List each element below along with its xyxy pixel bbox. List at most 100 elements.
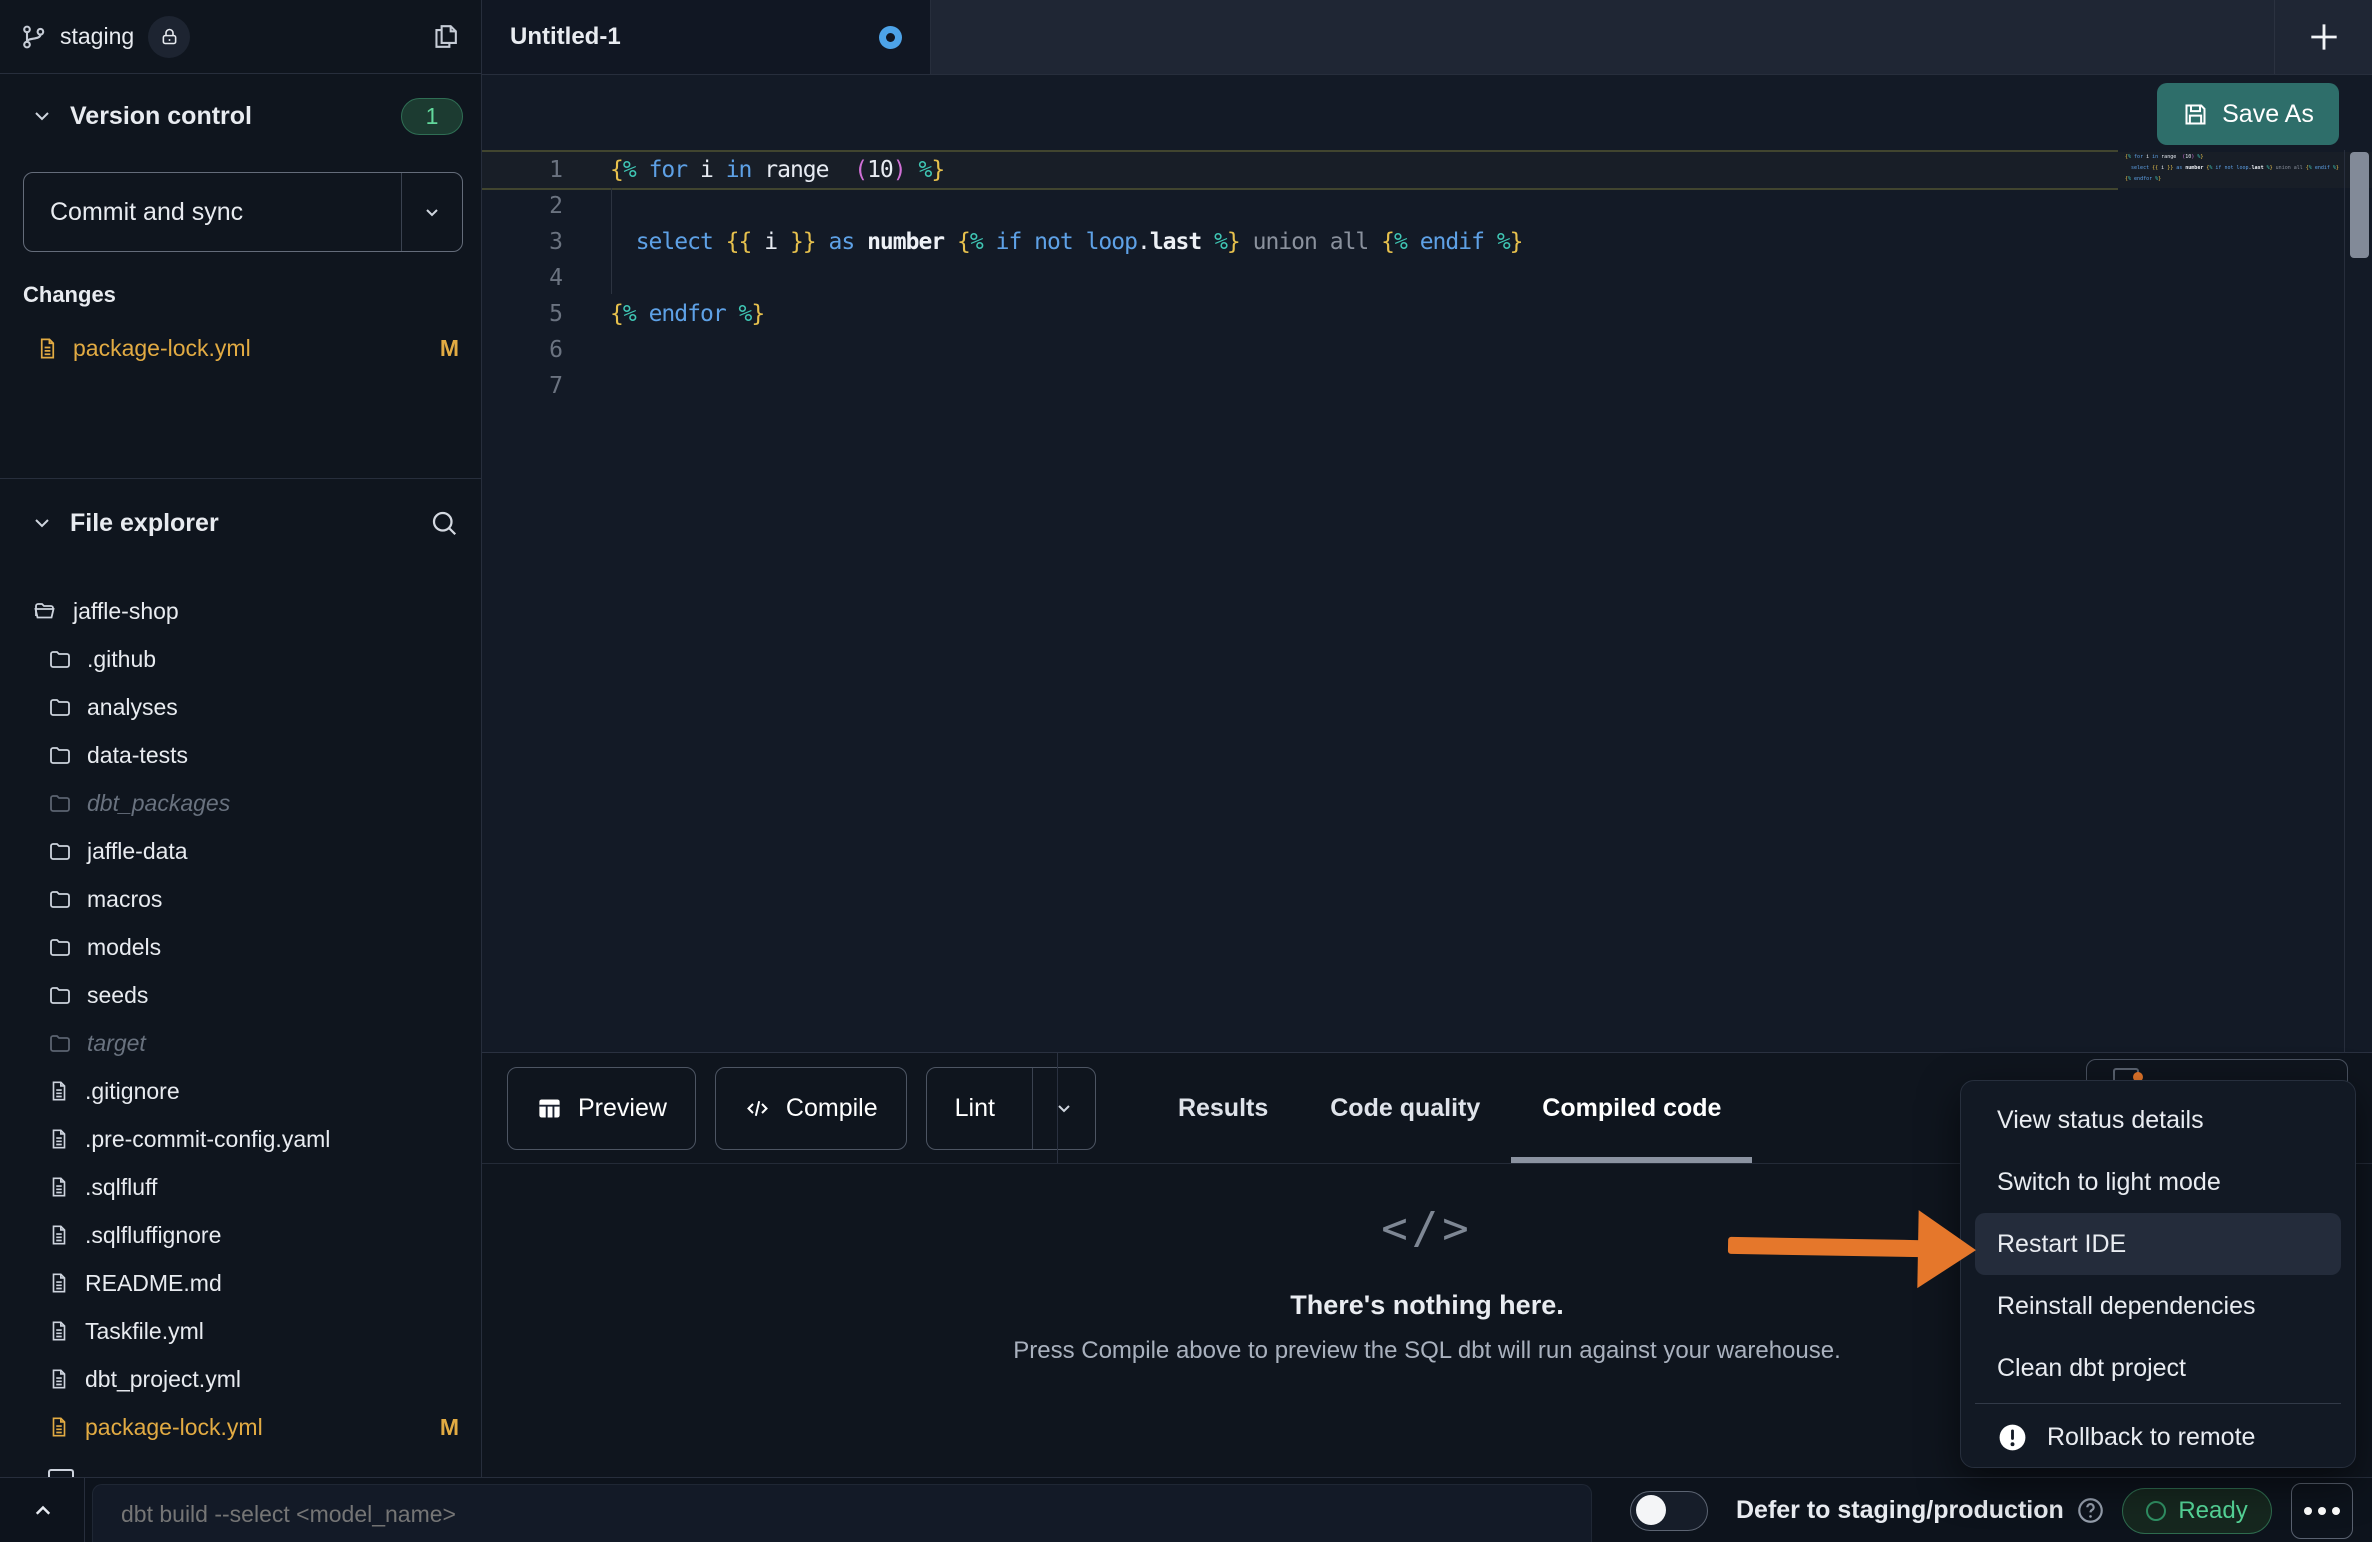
panel-tab-compiled-code[interactable]: Compiled code — [1542, 1053, 1721, 1163]
menu-item-switch-to-light-mode[interactable]: Switch to light mode — [1975, 1151, 2341, 1213]
file-tree-row[interactable]: dbt_packages — [0, 779, 481, 827]
code-line-3[interactable]: 3 select {{ i }} as number {% if not loo… — [482, 224, 2372, 260]
tab-untitled-1[interactable]: Untitled-1 — [482, 0, 931, 74]
table-icon — [536, 1095, 563, 1122]
minimap-line: {% endfor %} — [2125, 174, 2343, 185]
search-icon[interactable] — [429, 508, 459, 538]
file-icon — [48, 1320, 70, 1342]
file-tree-row[interactable]: dbt_project.yml — [0, 1355, 481, 1403]
panel-tab-code-quality[interactable]: Code quality — [1330, 1053, 1480, 1163]
menu-item-view-status-details[interactable]: View status details — [1975, 1089, 2341, 1151]
editor-scrollbar[interactable] — [2350, 152, 2369, 258]
file-tree-row[interactable]: .pre-commit-config.yaml — [0, 1115, 481, 1163]
file-explorer-title: File explorer — [70, 509, 219, 538]
command-input-box[interactable] — [92, 1484, 1592, 1542]
dbt-ide-screen: staging Version control 1 C — [0, 0, 2372, 1542]
file-explorer-section: File explorer jaffle-shop .github analys… — [0, 478, 481, 1477]
changes-label: Changes — [23, 282, 116, 308]
compile-button[interactable]: Compile — [715, 1067, 907, 1150]
file-tree-row[interactable]: README.md — [0, 1259, 481, 1307]
sidebar-header: staging — [0, 0, 481, 74]
copy-icon[interactable] — [430, 21, 461, 52]
folder-icon — [48, 1031, 72, 1055]
defer-toggle[interactable] — [1630, 1491, 1708, 1531]
git-branch-icon — [20, 23, 48, 51]
file-icon — [48, 1224, 70, 1246]
panel-tab-results[interactable]: Results — [1178, 1053, 1268, 1163]
changes-count-badge: 1 — [401, 98, 463, 135]
status-badge[interactable]: Ready — [2122, 1488, 2272, 1534]
sidebar: staging Version control 1 C — [0, 0, 482, 1477]
modified-badge: M — [440, 1414, 459, 1441]
file-tree-row[interactable]: data-tests — [0, 731, 481, 779]
help-icon[interactable] — [2076, 1496, 2105, 1525]
file-tree-row[interactable]: target — [0, 1019, 481, 1067]
code-line-5[interactable]: 5{% endfor %} — [482, 296, 2372, 332]
code-area[interactable]: 1{% for i in range (10) %}23 select {{ i… — [482, 152, 2372, 404]
file-tree-row[interactable]: seeds — [0, 971, 481, 1019]
menu-item-reinstall-dependencies[interactable]: Reinstall dependencies — [1975, 1275, 2341, 1337]
commit-and-sync-button[interactable]: Commit and sync — [23, 172, 463, 252]
chevron-down-icon — [30, 104, 54, 128]
file-tree-row[interactable]: models — [0, 923, 481, 971]
chevron-up-icon[interactable] — [28, 1495, 58, 1525]
line-number: 4 — [482, 260, 610, 296]
file-tree-row[interactable]: .sqlfluffignore — [0, 1211, 481, 1259]
code-editor[interactable]: Save As 1{% for i in range (10) %}23 sel… — [482, 75, 2372, 1052]
menu-item-rollback-to-remote[interactable]: Rollback to remote — [1975, 1406, 2341, 1468]
partial-file-icon — [48, 1469, 74, 1477]
chevron-down-icon — [30, 511, 54, 535]
file-tree-row[interactable]: .sqlfluff — [0, 1163, 481, 1211]
code-line-7[interactable]: 7 — [482, 368, 2372, 404]
branch-name[interactable]: staging — [60, 23, 134, 50]
folder-icon — [48, 839, 72, 863]
menu-divider — [1975, 1403, 2341, 1404]
code-line-1[interactable]: 1{% for i in range (10) %} — [482, 152, 2372, 188]
file-icon — [48, 1080, 70, 1102]
menu-item-restart-ide[interactable]: Restart IDE — [1975, 1213, 2341, 1275]
folder-icon — [32, 599, 58, 623]
changed-file-name: package-lock.yml — [73, 335, 251, 362]
preview-button[interactable]: Preview — [507, 1067, 696, 1150]
status-context-menu: View status detailsSwitch to light modeR… — [1960, 1080, 2356, 1468]
minimap[interactable]: {% for i in range (10) %} select {{ i }}… — [2125, 152, 2343, 185]
defer-label: Defer to staging/production — [1736, 1478, 2064, 1542]
panel-tabs: Results Code quality Compiled code — [1178, 1053, 1784, 1163]
file-tree-row[interactable]: jaffle-data — [0, 827, 481, 875]
command-input[interactable] — [93, 1500, 1591, 1529]
line-number: 6 — [482, 332, 610, 368]
file-tree-row[interactable]: .github — [0, 635, 481, 683]
menu-item-clean-dbt-project[interactable]: Clean dbt project — [1975, 1337, 2341, 1399]
file-icon — [36, 337, 59, 360]
file-tree-row[interactable]: .gitignore — [0, 1067, 481, 1115]
line-number: 7 — [482, 368, 610, 404]
line-number: 5 — [482, 296, 610, 332]
file-tree-row[interactable]: package-lock.yml M — [0, 1403, 481, 1451]
code-line-2[interactable]: 2 — [482, 188, 2372, 224]
code-line-4[interactable]: 4 — [482, 260, 2372, 296]
minimap-line: {% for i in range (10) %} — [2125, 152, 2343, 163]
folder-icon — [48, 935, 72, 959]
lint-options-chevron[interactable] — [1032, 1068, 1095, 1149]
status-circle-icon — [2146, 1501, 2166, 1521]
version-control-header[interactable]: Version control 1 — [0, 92, 481, 140]
folder-icon — [48, 791, 72, 815]
file-tree-row[interactable]: Taskfile.yml — [0, 1307, 481, 1355]
changed-file-row[interactable]: package-lock.yml M — [0, 326, 481, 370]
file-tree-row[interactable]: macros — [0, 875, 481, 923]
overflow-menu-button[interactable] — [2291, 1483, 2353, 1539]
new-tab-button[interactable] — [2275, 0, 2372, 74]
file-tree-row[interactable]: jaffle-shop — [0, 587, 481, 635]
commit-options-chevron[interactable] — [401, 173, 462, 251]
folder-icon — [48, 983, 72, 1007]
file-explorer-header[interactable]: File explorer — [0, 479, 481, 557]
unsaved-dot-icon — [879, 26, 902, 49]
file-tree-row[interactable]: analyses — [0, 683, 481, 731]
minimap-line: select {{ i }} as number {% if not loop.… — [2125, 163, 2343, 174]
code-line-6[interactable]: 6 — [482, 332, 2372, 368]
folder-icon — [48, 887, 72, 911]
code-slash-icon — [744, 1095, 771, 1122]
tab-title: Untitled-1 — [510, 23, 621, 51]
lint-button[interactable]: Lint — [926, 1067, 1096, 1150]
save-as-button[interactable]: Save As — [2157, 83, 2339, 145]
